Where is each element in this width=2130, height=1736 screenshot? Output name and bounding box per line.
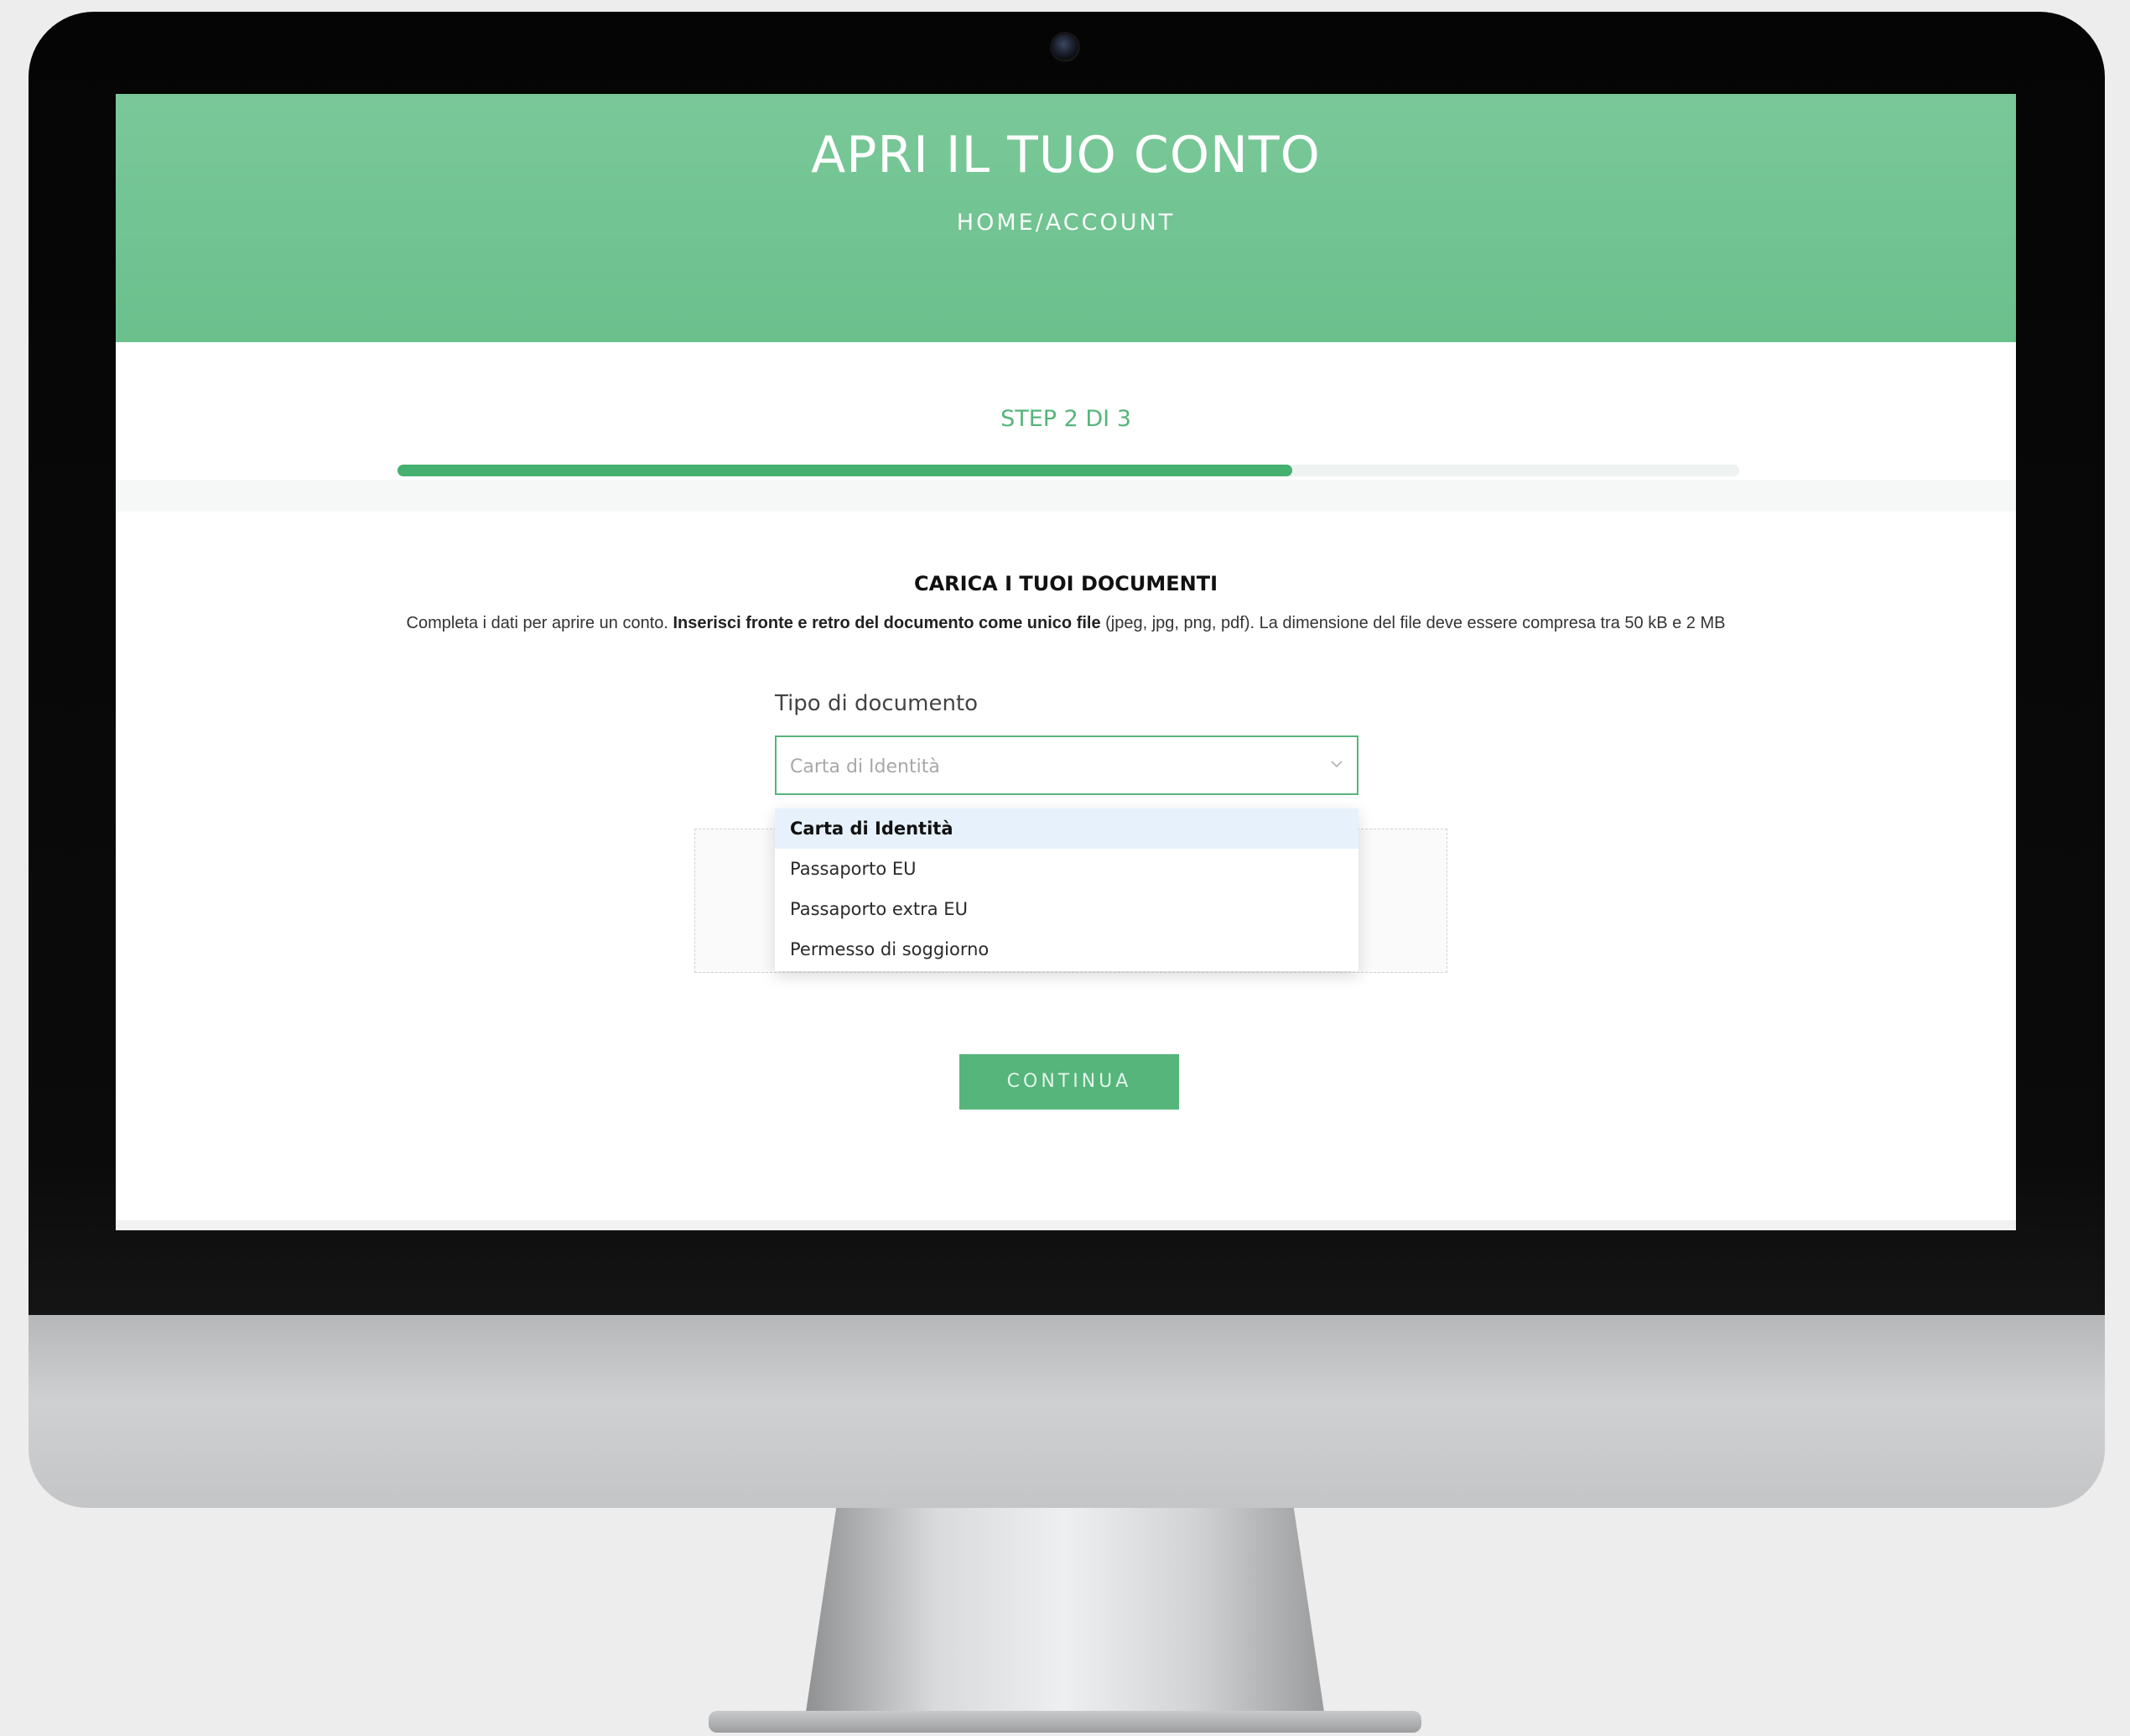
section-title: CARICA I TUOI DOCUMENTI xyxy=(913,572,1218,595)
monitor-chin xyxy=(29,1315,2105,1508)
webcam-icon xyxy=(1052,34,1078,60)
chevron-down-icon xyxy=(1331,761,1343,768)
dropdown-option-passaporto-eu[interactable]: Passaporto EU xyxy=(775,849,1359,889)
monitor-stand-base xyxy=(709,1711,1421,1733)
document-type-select-value: Carta di Identità xyxy=(790,756,940,777)
monitor-stand xyxy=(805,1508,1325,1718)
step-indicator: STEP 2 DI 3 xyxy=(1000,406,1131,432)
progress-bar xyxy=(397,465,1739,476)
continue-button[interactable]: CONTINUA xyxy=(959,1054,1179,1110)
instructions-text: Completa i dati per aprire un conto. xyxy=(406,614,673,632)
dropdown-option-passaporto-extra-eu[interactable]: Passaporto extra EU xyxy=(775,889,1359,929)
dropdown-option-permesso-soggiorno[interactable]: Permesso di soggiorno xyxy=(775,929,1359,969)
upload-instructions: Completa i dati per aprire un conto. Ins… xyxy=(116,614,2016,633)
browser-viewport: APRI IL TUO CONTO HOME/ACCOUNT STEP 2 DI… xyxy=(116,94,2016,1230)
instructions-text-suffix: (jpeg, jpg, png, pdf). La dimensione del… xyxy=(1100,614,1726,632)
page-footer-strip xyxy=(116,1220,2016,1230)
document-type-label: Tipo di documento xyxy=(775,691,979,716)
document-type-dropdown-menu: Carta di Identità Passaporto EU Passapor… xyxy=(775,808,1359,971)
document-type-select[interactable]: Carta di Identità xyxy=(775,735,1359,795)
instructions-bold-text: Inserisci fronte e retro del documento c… xyxy=(673,614,1101,632)
page-title: APRI IL TUO CONTO xyxy=(811,126,1321,185)
dropdown-option-carta-identita[interactable]: Carta di Identità xyxy=(775,808,1359,849)
page-header: APRI IL TUO CONTO HOME/ACCOUNT xyxy=(116,94,2016,342)
progress-bar-fill xyxy=(397,465,1293,476)
breadcrumb[interactable]: HOME/ACCOUNT xyxy=(116,210,2016,236)
progress-band xyxy=(116,480,2016,512)
